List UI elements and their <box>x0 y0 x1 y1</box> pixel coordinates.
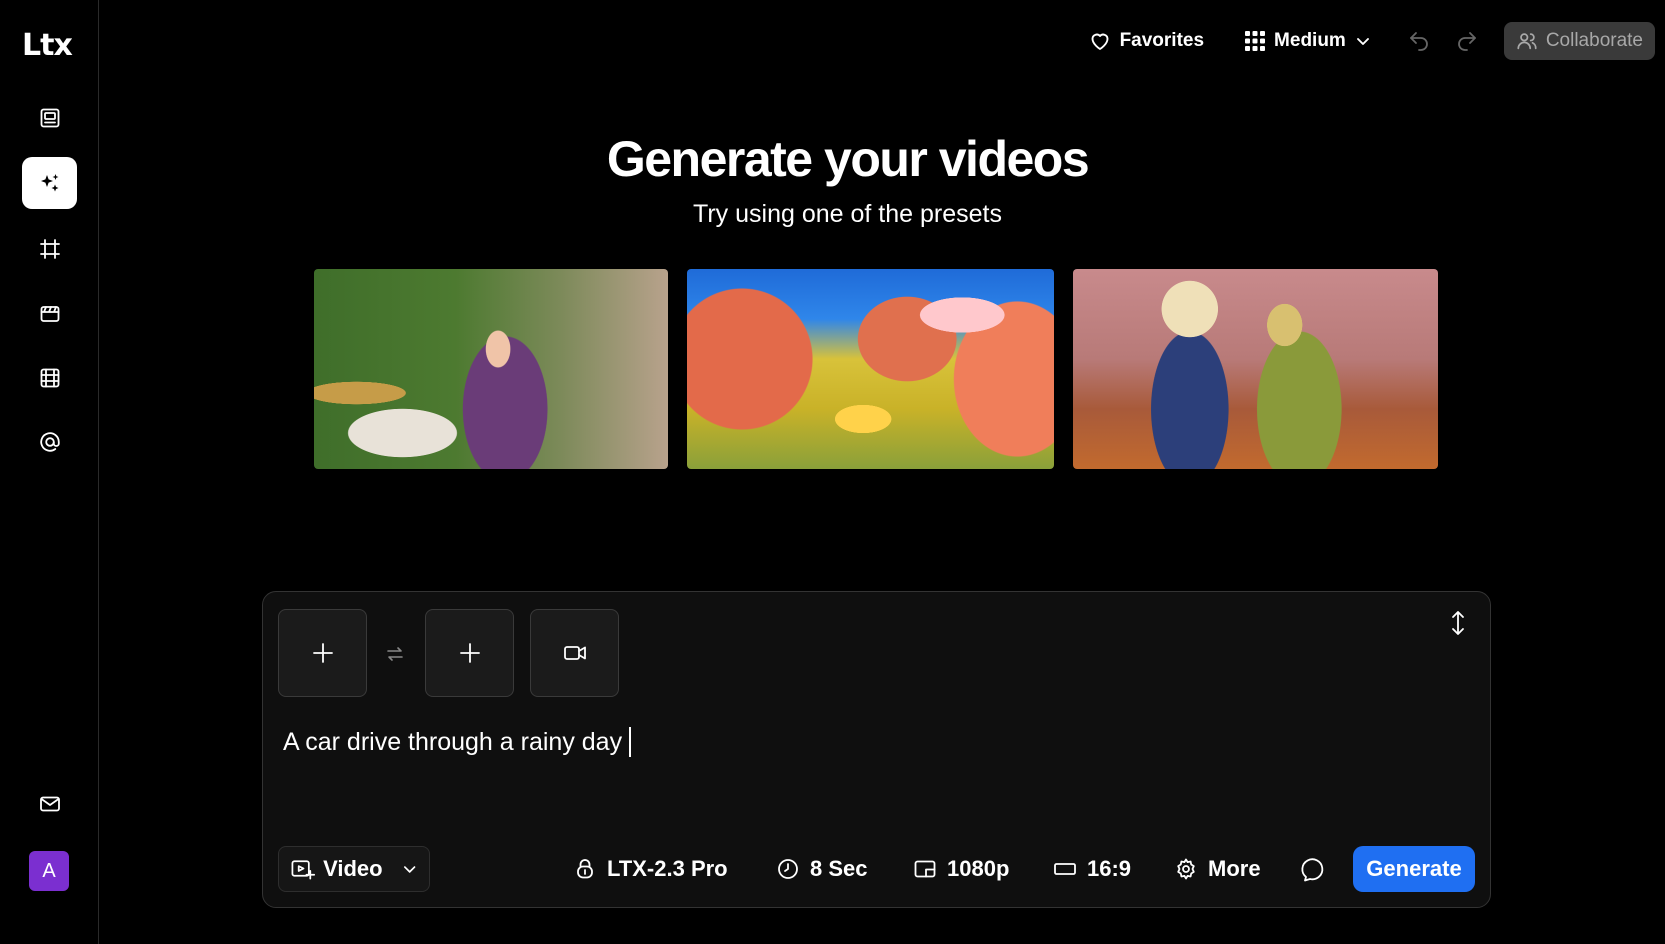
resolution-label: 1080p <box>947 856 1010 881</box>
redo-button[interactable] <box>1452 26 1482 56</box>
video-camera-icon <box>563 646 586 660</box>
chevron-down-icon <box>1356 38 1369 45</box>
start-frame-upload-button[interactable] <box>278 609 367 697</box>
generate-button[interactable]: Generate <box>1353 846 1475 892</box>
avatar[interactable]: A <box>29 851 69 891</box>
clapperboard-icon <box>40 306 59 322</box>
app-logo[interactable]: Ltx <box>22 28 73 63</box>
mail-icon <box>39 796 60 812</box>
swap-icon <box>387 647 403 661</box>
model-selector[interactable]: LTX-2.3 Pro <box>573 846 728 892</box>
top-bar: Favorites Medium Collaborate <box>1088 22 1655 60</box>
undo-icon <box>1409 32 1428 51</box>
aspect-ratio-icon <box>1054 863 1076 875</box>
sidebar-item-mail[interactable] <box>22 778 77 830</box>
car-road-preset[interactable] <box>687 269 1054 469</box>
hash-frame-icon <box>39 239 60 259</box>
grid-icon <box>1245 31 1266 51</box>
plus-icon <box>312 643 333 663</box>
prompt-panel: A car drive through a rainy day Video LT… <box>262 591 1491 908</box>
two-women-preset[interactable] <box>1073 269 1438 469</box>
size-label: Medium <box>1274 30 1346 51</box>
resolution-icon <box>914 860 936 878</box>
more-label: More <box>1208 856 1261 881</box>
users-icon <box>1517 33 1537 50</box>
end-frame-upload-button[interactable] <box>425 609 514 697</box>
collaborate-button[interactable]: Collaborate <box>1503 22 1655 60</box>
resolution-selector[interactable]: 1080p <box>913 846 1009 892</box>
mode-label: Video <box>323 856 383 881</box>
aspect-ratio-selector[interactable]: 16:9 <box>1053 846 1131 892</box>
page-title: Generate your videos <box>606 131 1090 187</box>
page-subtitle: Try using one of the presets <box>693 200 1002 228</box>
text-caret <box>629 727 632 757</box>
expand-panel-button[interactable] <box>1446 609 1470 637</box>
model-icon <box>577 859 593 879</box>
sidebar-item-mentions[interactable] <box>22 416 77 468</box>
duration-selector[interactable]: 8 Sec <box>776 846 868 892</box>
undo-button[interactable] <box>1404 26 1434 56</box>
film-icon <box>40 368 59 388</box>
collaborate-label: Collaborate <box>1545 30 1643 51</box>
plus-icon <box>459 643 480 663</box>
duration-label: 8 Sec <box>810 856 868 881</box>
clock-icon <box>778 859 798 879</box>
video-upload-button[interactable] <box>530 609 619 697</box>
size-dropdown[interactable]: Medium <box>1244 30 1372 52</box>
chevron-down-icon <box>403 866 416 873</box>
at-icon <box>39 432 60 452</box>
redo-icon <box>1457 32 1476 51</box>
prompt-text: A car drive through a rainy day <box>283 727 623 756</box>
more-settings-button[interactable]: More <box>1174 846 1261 892</box>
drummer-preset[interactable] <box>314 269 668 469</box>
favorites-label: Favorites <box>1119 30 1205 51</box>
expand-vertical-icon <box>1452 611 1464 635</box>
swap-frames-button[interactable] <box>384 643 406 665</box>
video-add-icon <box>291 860 316 880</box>
preset-gallery <box>314 269 1438 469</box>
heart-icon <box>1091 33 1109 50</box>
sidebar-item-film[interactable] <box>22 352 77 404</box>
chat-bubble-icon <box>1301 858 1324 882</box>
chat-button[interactable] <box>1299 846 1327 892</box>
favorites-button[interactable]: Favorites <box>1088 29 1204 53</box>
sidebar-item-clapper[interactable] <box>22 288 77 340</box>
gear-icon <box>1177 858 1195 880</box>
model-label: LTX-2.3 Pro <box>607 856 728 881</box>
prompt-input[interactable]: A car drive through a rainy day <box>283 722 1463 762</box>
sidebar-item-crop[interactable] <box>22 223 77 275</box>
mode-dropdown[interactable]: Video <box>278 846 430 892</box>
image-frame-icon <box>40 108 59 128</box>
aspect-label: 16:9 <box>1087 856 1132 881</box>
